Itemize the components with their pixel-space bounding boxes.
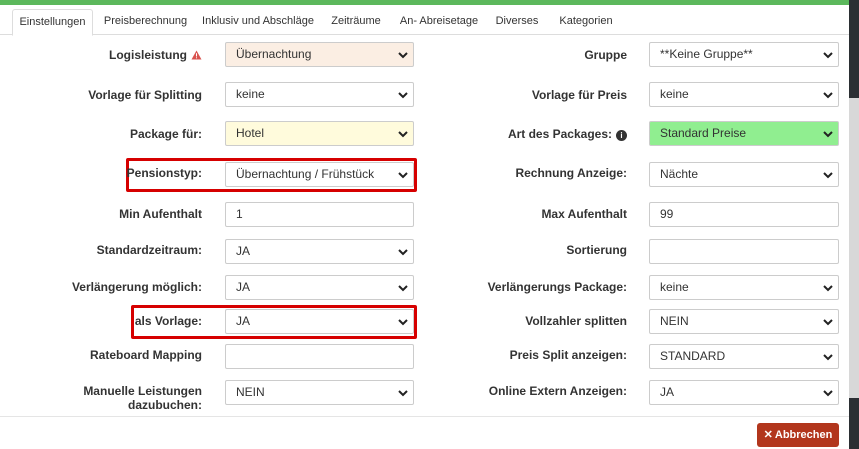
- vollzahler-label: Vollzahler splitten: [525, 314, 627, 328]
- cancel-button[interactable]: ✕ Abbrechen: [757, 423, 839, 447]
- online-extern-label: Online Extern Anzeigen:: [488, 384, 627, 398]
- tab-inklusiv-abschlaege[interactable]: Inklusiv und Abschläge: [198, 9, 318, 36]
- chevron-down-icon: [398, 319, 408, 326]
- min-aufenthalt-label: Min Aufenthalt: [119, 207, 202, 221]
- rateboard-label: Rateboard Mapping: [89, 348, 202, 362]
- warning-icon: [191, 49, 202, 63]
- verlaengerungs-package-select[interactable]: keine: [649, 275, 839, 300]
- modal-footer: ✕ Abbrechen: [0, 416, 849, 449]
- tab-einstellungen[interactable]: Einstellungen: [12, 9, 93, 36]
- gruppe-label: Gruppe: [584, 48, 627, 62]
- chevron-down-icon: [398, 52, 408, 59]
- package-fuer-label: Package für:: [129, 127, 202, 141]
- pensionstyp-select[interactable]: Übernachtung / Frühstück: [225, 162, 414, 187]
- chevron-down-icon: [823, 131, 833, 138]
- als-vorlage-select[interactable]: JA: [225, 309, 414, 334]
- art-packages-label: Art des Packages: i: [437, 127, 627, 141]
- close-icon: ✕: [763, 429, 773, 441]
- tab-diverses[interactable]: Diverses: [489, 9, 545, 36]
- chevron-down-icon: [398, 249, 408, 256]
- sortierung-label: Sortierung: [566, 243, 627, 257]
- gruppe-select[interactable]: **Keine Gruppe**: [649, 42, 839, 67]
- rechnung-anzeige-select[interactable]: Nächte: [649, 162, 839, 187]
- max-aufenthalt-input[interactable]: 99: [649, 202, 839, 227]
- chevron-down-icon: [398, 131, 408, 138]
- preis-split-select[interactable]: STANDARD: [649, 344, 839, 369]
- min-aufenthalt-input[interactable]: 1: [225, 202, 414, 227]
- manuelle-select[interactable]: NEIN: [225, 380, 414, 405]
- sortierung-input[interactable]: [649, 239, 839, 264]
- chevron-down-icon: [823, 390, 833, 397]
- vollzahler-select[interactable]: NEIN: [649, 309, 839, 334]
- preis-split-label: Preis Split anzeigen:: [509, 348, 627, 362]
- verlaengerung-select[interactable]: JA: [225, 275, 414, 300]
- chevron-down-icon: [823, 285, 833, 292]
- package-fuer-select[interactable]: Hotel: [225, 121, 414, 146]
- tab-preisberechnung[interactable]: Preisberechnung: [98, 9, 193, 36]
- vorlage-preis-select[interactable]: keine: [649, 82, 839, 107]
- tab-bar: Einstellungen Preisberechnung Inklusiv u…: [0, 5, 849, 36]
- scrollbar-thumb[interactable]: [849, 98, 859, 398]
- vorlage-splitting-label: Vorlage für Splitting: [88, 88, 202, 102]
- max-aufenthalt-label: Max Aufenthalt: [541, 207, 627, 221]
- pensionstyp-label: Pensionstyp:: [126, 166, 202, 180]
- chevron-down-icon: [398, 285, 408, 292]
- chevron-down-icon: [398, 172, 408, 179]
- chevron-down-icon: [823, 172, 833, 179]
- rechnung-anzeige-label: Rechnung Anzeige:: [515, 166, 627, 180]
- page-scroll-backdrop: [849, 0, 859, 449]
- online-extern-select[interactable]: JA: [649, 380, 839, 405]
- logisleistung-label: Logisleistung: [12, 48, 202, 63]
- info-icon[interactable]: i: [616, 130, 627, 141]
- tab-an-abreisetage[interactable]: An- Abreisetage: [394, 9, 484, 36]
- verlaengerungs-package-label: Verlängerungs Package:: [487, 280, 627, 294]
- chevron-down-icon: [398, 390, 408, 397]
- chevron-down-icon: [398, 92, 408, 99]
- chevron-down-icon: [823, 92, 833, 99]
- standardzeitraum-label: Standardzeitraum:: [96, 243, 202, 257]
- chevron-down-icon: [823, 354, 833, 361]
- vorlage-splitting-select[interactable]: keine: [225, 82, 414, 107]
- logisleistung-select[interactable]: Übernachtung: [225, 42, 414, 67]
- standardzeitraum-select[interactable]: JA: [225, 239, 414, 264]
- tab-zeitraeume[interactable]: Zeiträume: [323, 9, 389, 36]
- settings-form: Logisleistung Übernachtung Vorlage für S…: [0, 36, 849, 416]
- tab-kategorien[interactable]: Kategorien: [550, 9, 622, 36]
- verlaengerung-label: Verlängerung möglich:: [71, 280, 202, 294]
- manuelle-label: Manuelle Leistungen dazubuchen:: [83, 384, 202, 412]
- art-packages-select[interactable]: Standard Preise: [649, 121, 839, 146]
- rateboard-input[interactable]: [225, 344, 414, 369]
- chevron-down-icon: [823, 52, 833, 59]
- package-edit-modal: Einstellungen Preisberechnung Inklusiv u…: [0, 5, 849, 449]
- als-vorlage-label: als Vorlage:: [134, 314, 202, 328]
- chevron-down-icon: [823, 319, 833, 326]
- vorlage-preis-label: Vorlage für Preis: [531, 88, 627, 102]
